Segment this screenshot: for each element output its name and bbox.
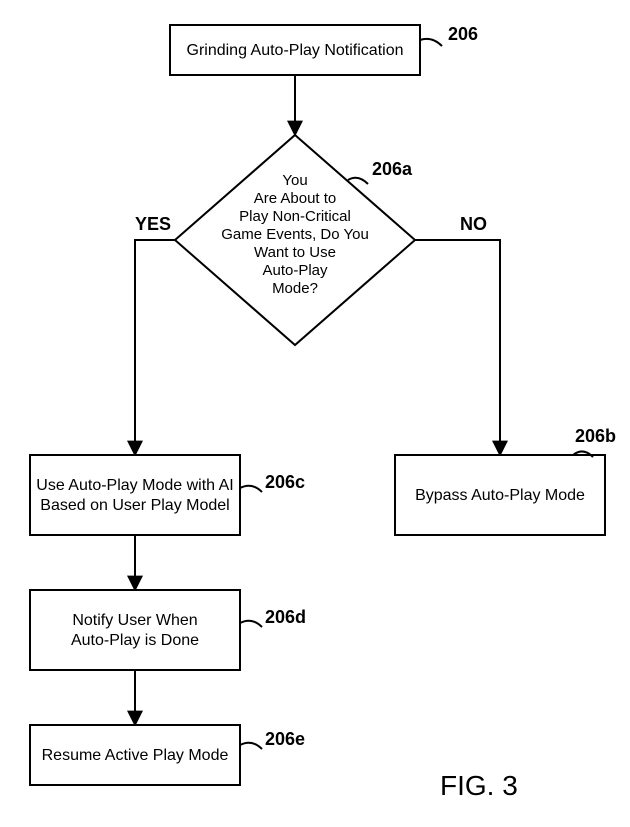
node-start: Grinding Auto-Play Notification (170, 25, 420, 75)
ref-206d: 206d (240, 607, 306, 627)
svg-text:You: You (282, 172, 307, 189)
svg-text:Auto-Play: Auto-Play (262, 262, 328, 279)
svg-text:206c: 206c (265, 472, 305, 492)
svg-text:206a: 206a (372, 159, 413, 179)
node-206e: Resume Active Play Mode (30, 725, 240, 785)
ref-206b: 206b (573, 426, 616, 457)
svg-text:YES: YES (135, 214, 171, 234)
edge-no: NO (415, 214, 500, 455)
svg-text:Notify User When: Notify User When (72, 612, 197, 629)
svg-text:206e: 206e (265, 729, 305, 749)
svg-text:206: 206 (448, 24, 478, 44)
svg-text:Auto-Play is Done: Auto-Play is Done (71, 632, 199, 649)
svg-text:Based on User Play Model: Based on User Play Model (40, 497, 229, 514)
svg-text:206b: 206b (575, 426, 616, 446)
svg-text:Mode?: Mode? (272, 280, 318, 297)
node-206c: Use Auto-Play Mode with AI Based on User… (30, 455, 240, 535)
svg-text:Play Non-Critical: Play Non-Critical (239, 208, 351, 225)
figure-label: FIG. 3 (440, 770, 518, 801)
node-start-text: Grinding Auto-Play Notification (187, 42, 404, 59)
node-206b: Bypass Auto-Play Mode (395, 455, 605, 535)
svg-text:Bypass Auto-Play Mode: Bypass Auto-Play Mode (415, 487, 585, 504)
ref-206a: 206a (348, 159, 413, 184)
ref-206c: 206c (240, 472, 305, 492)
svg-text:Are About to: Are About to (254, 190, 337, 207)
svg-text:206d: 206d (265, 607, 306, 627)
svg-text:Use Auto-Play Mode with AI: Use Auto-Play Mode with AI (36, 477, 233, 494)
edge-yes: YES (135, 214, 175, 455)
node-206d: Notify User When Auto-Play is Done (30, 590, 240, 670)
ref-206e: 206e (240, 729, 305, 749)
svg-text:Game Events, Do You: Game Events, Do You (221, 226, 369, 243)
svg-text:NO: NO (460, 214, 487, 234)
svg-text:Resume Active Play Mode: Resume Active Play Mode (42, 747, 229, 764)
ref-206: 206 (420, 24, 478, 46)
svg-text:Want to Use: Want to Use (254, 244, 336, 261)
